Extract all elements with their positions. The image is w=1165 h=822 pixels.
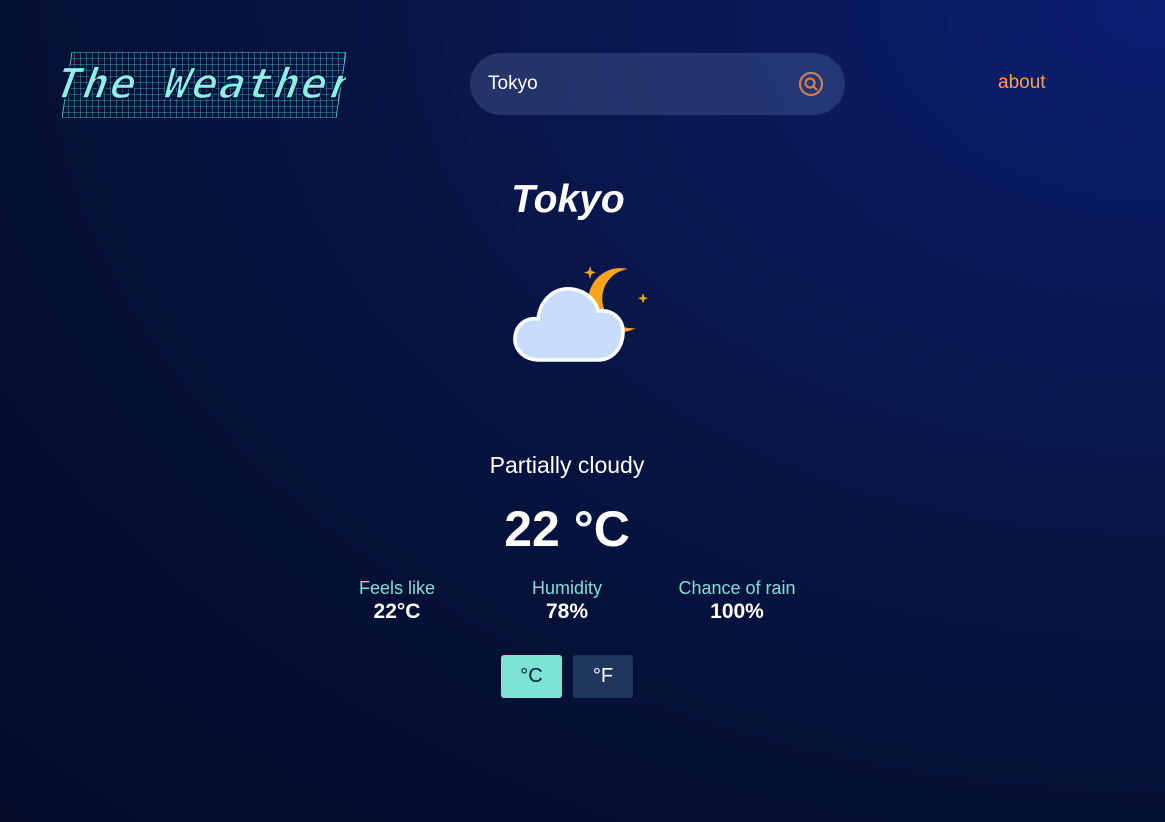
fahrenheit-button[interactable]: °F [573, 655, 633, 698]
search-input[interactable] [488, 53, 788, 115]
logo-graphic: The Weather [62, 52, 346, 118]
chance-of-rain-value: 100% [710, 600, 764, 623]
city-name: Tokyo [511, 178, 625, 221]
chance-of-rain-stat: Chance of rain 100% [637, 577, 837, 625]
search-bar [470, 53, 845, 115]
partly-cloudy-night-icon [510, 262, 655, 367]
logo[interactable]: The Weather [62, 52, 346, 118]
weather-condition: Partially cloudy [489, 452, 645, 478]
search-icon [798, 71, 824, 97]
current-temperature: 22 °C [504, 501, 630, 557]
search-button[interactable] [796, 69, 826, 99]
celsius-button[interactable]: °C [501, 655, 562, 698]
about-link[interactable]: about [998, 72, 1046, 94]
chance-of-rain-label: Chance of rain [678, 578, 796, 598]
logo-text: The Weather [62, 59, 346, 108]
